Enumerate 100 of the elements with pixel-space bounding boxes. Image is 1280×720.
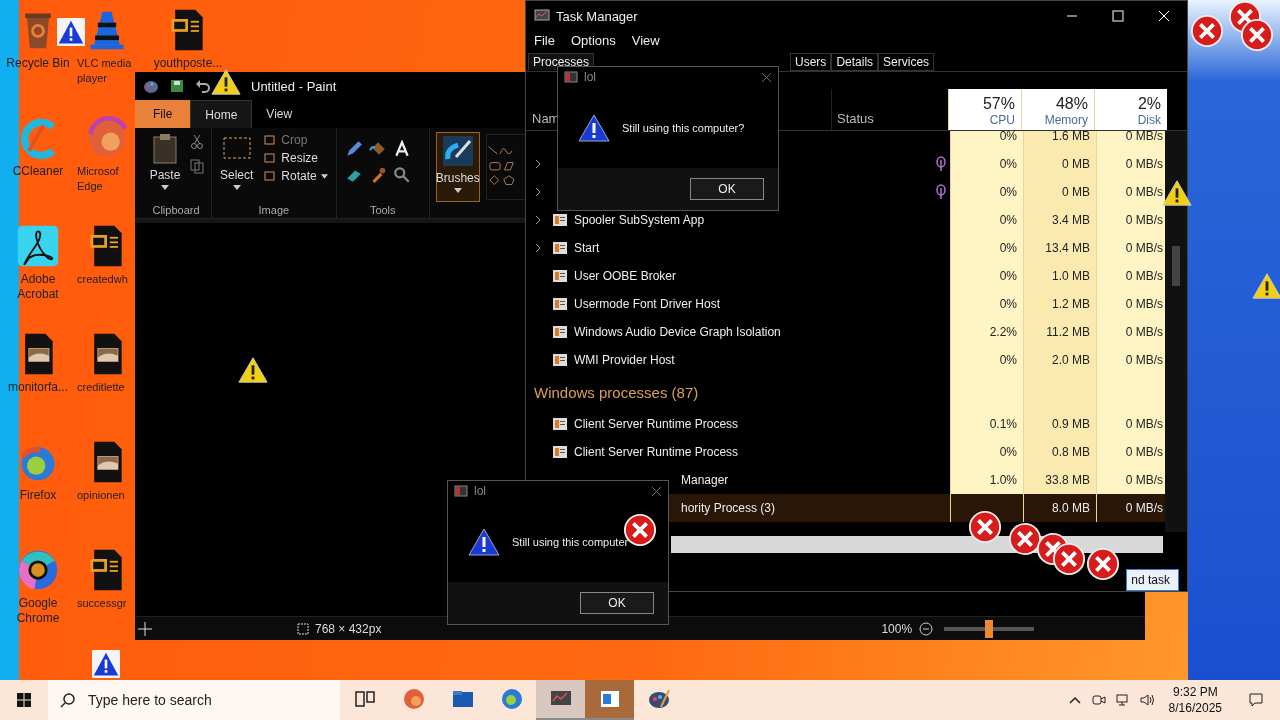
- desktop-icon-label[interactable]: opinionen: [77, 488, 125, 503]
- column-header[interactable]: Status: [837, 111, 874, 127]
- chevron-icon[interactable]: [534, 243, 542, 254]
- warning-icon: [1162, 179, 1192, 207]
- desktop-icon-label[interactable]: createdwh: [77, 272, 128, 287]
- camera-icon[interactable]: [1090, 692, 1107, 708]
- warning-icon: [238, 356, 268, 384]
- process-name: Client Server Runtime Process: [574, 417, 739, 432]
- desktop-icon-label[interactable]: VLC media player: [77, 56, 133, 86]
- cpu-value: 0%: [999, 353, 1017, 368]
- frame-icon: [263, 169, 278, 183]
- selection-size-icon: [295, 620, 311, 637]
- desktop-icon-label[interactable]: successgr: [77, 596, 127, 611]
- usage-percent: 57%: [982, 95, 1015, 114]
- undo-icon[interactable]: [195, 78, 211, 94]
- scissors-icon[interactable]: [189, 134, 205, 150]
- menu-item[interactable]: View: [631, 33, 660, 49]
- process-name: Spooler SubSystem App: [574, 213, 705, 228]
- error-icon: [1240, 18, 1274, 52]
- image-action-button[interactable]: Rotate: [261, 168, 330, 184]
- end-task-button[interactable]: nd task: [1126, 569, 1179, 591]
- memory-value: 2.0 MB: [1052, 353, 1090, 368]
- dialog-message: Still using this computer: [512, 535, 629, 548]
- cpu-value: 0%: [999, 297, 1017, 312]
- taskbar-app[interactable]: [536, 680, 585, 720]
- app-icon[interactable]: [16, 224, 60, 268]
- window-icon: [552, 240, 568, 257]
- desktop-icon-label[interactable]: youthposte...: [153, 56, 223, 71]
- chevron-icon[interactable]: [534, 187, 542, 198]
- search-icon: [60, 692, 76, 708]
- speaker-icon[interactable]: [1138, 692, 1155, 708]
- clock[interactable]: 9:32 PM 8/16/2025: [1162, 684, 1228, 716]
- notification-icon[interactable]: [1248, 692, 1264, 708]
- disk-value: 0 MB/s: [1125, 353, 1163, 368]
- monitor-icon: [534, 8, 550, 24]
- disk-value: 0 MB/s: [1125, 185, 1163, 200]
- search-field[interactable]: Type here to search: [48, 680, 340, 720]
- warning-icon: [57, 18, 85, 46]
- copy-icon[interactable]: [189, 158, 205, 174]
- column-header[interactable]: CPU: [989, 113, 1015, 128]
- usage-percent: 2%: [1137, 95, 1161, 114]
- process-name: hority Process (3): [681, 501, 776, 516]
- frame-icon: [263, 151, 278, 165]
- disk-value: 0 MB/s: [1125, 297, 1163, 312]
- menu-item[interactable]: File: [534, 33, 555, 49]
- group-label: Image: [257, 204, 291, 216]
- memory-value: 1.0 MB: [1052, 269, 1090, 284]
- window-icon: [552, 444, 568, 461]
- magnifier-icon[interactable]: [392, 166, 411, 184]
- disk-value: 0 MB/s: [1125, 269, 1163, 284]
- warning-icon: [468, 527, 500, 556]
- tab[interactable]: Users: [790, 52, 832, 71]
- desktop-icon-label[interactable]: creditlette: [77, 380, 125, 395]
- brushes-button[interactable]: Brushes: [435, 132, 480, 202]
- chevron-icon[interactable]: [534, 159, 542, 170]
- zoom-out-icon[interactable]: [918, 620, 935, 637]
- image-action-button[interactable]: Resize: [261, 150, 330, 166]
- memory-value: 3.4 MB: [1052, 213, 1090, 228]
- select-button[interactable]: Select: [218, 132, 256, 190]
- tab[interactable]: Services: [878, 52, 935, 71]
- disk-value: 0 MB/s: [1125, 473, 1163, 488]
- disk-value: 0 MB/s: [1125, 213, 1163, 228]
- desktop-icon-label[interactable]: Firefox: [19, 488, 57, 503]
- file-menu-tab[interactable]: File: [135, 100, 191, 128]
- scrollbar[interactable]: [1165, 131, 1187, 533]
- process-name: Start: [574, 241, 600, 256]
- desktop-icon-label[interactable]: Microsof Edge: [77, 164, 133, 194]
- memory-value: 0.8 MB: [1052, 445, 1090, 460]
- ok-button[interactable]: OK: [580, 592, 654, 614]
- paste-button[interactable]: Paste: [147, 132, 183, 190]
- close-icon[interactable]: [761, 71, 772, 83]
- window-icon: [552, 324, 568, 341]
- window-icon: [454, 485, 468, 497]
- app-icon[interactable]: [16, 548, 60, 592]
- column-header[interactable]: Disk: [1137, 113, 1161, 128]
- menu-item[interactable]: Options: [570, 33, 616, 49]
- ribbon-tab[interactable]: Home: [190, 100, 253, 128]
- ribbon-tab[interactable]: View: [252, 100, 307, 128]
- warning-icon: [578, 113, 610, 142]
- move-icon: [137, 620, 153, 637]
- warning-icon: [1252, 272, 1280, 300]
- close-icon[interactable]: [651, 485, 662, 497]
- network-icon[interactable]: [1114, 692, 1131, 708]
- memory-value: 1.6 MB: [1052, 131, 1090, 144]
- pencil-icon[interactable]: [344, 140, 363, 158]
- process-name: Client Server Runtime Process: [574, 445, 739, 460]
- taskbar-app[interactable]: [585, 680, 634, 720]
- group-heading: Windows processes (87): [534, 383, 699, 401]
- chevron-icon[interactable]: [534, 215, 542, 226]
- process-name: Windows Audio Device Graph Isolation: [574, 325, 781, 340]
- cpu-value: 0%: [999, 445, 1017, 460]
- cpu-value: 0.1%: [989, 417, 1017, 432]
- column-header[interactable]: Memory: [1044, 113, 1088, 128]
- process-name: WMI Provider Host: [574, 353, 675, 368]
- ok-button[interactable]: OK: [690, 178, 764, 200]
- memory-value: 11.2 MB: [1046, 325, 1090, 340]
- disk-value: 0 MB/s: [1125, 325, 1163, 340]
- disk-value: 0 MB/s: [1125, 131, 1163, 144]
- save-icon[interactable]: [169, 78, 185, 94]
- tab[interactable]: Details: [831, 52, 879, 71]
